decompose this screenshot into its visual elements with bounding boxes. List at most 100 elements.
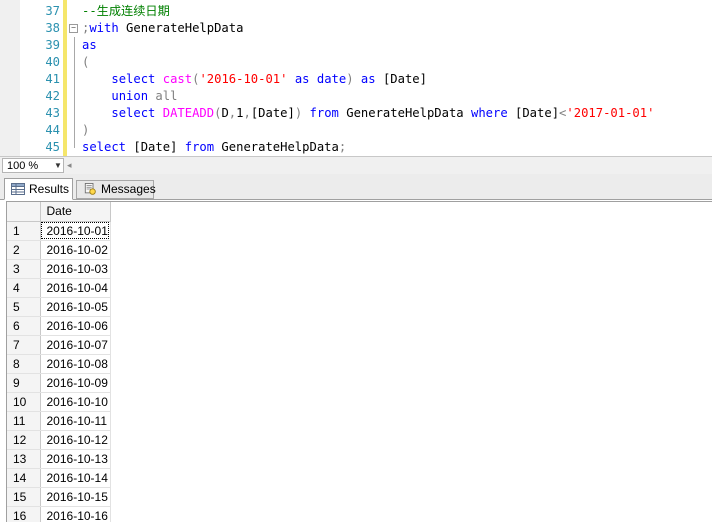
code-line[interactable]: 41 select cast('2016-10-01' as date) as … <box>0 71 712 88</box>
tab-results-label: Results <box>29 182 70 196</box>
results-tab-strip: Results Messages <box>0 174 712 200</box>
date-cell[interactable]: 2016-10-03 <box>40 259 111 279</box>
row-number-cell[interactable]: 10 <box>7 392 41 412</box>
date-cell[interactable]: 2016-10-05 <box>40 297 111 317</box>
code-line[interactable]: 44) <box>0 122 712 139</box>
row-number-cell[interactable]: 14 <box>7 468 41 488</box>
row-number-cell[interactable]: 11 <box>7 411 41 431</box>
code-token: [Date] <box>250 106 295 120</box>
table-row[interactable]: 7 2016-10-07 <box>7 335 111 355</box>
row-number-cell[interactable]: 5 <box>7 297 41 317</box>
code-token: select <box>111 106 156 120</box>
date-cell[interactable]: 2016-10-06 <box>40 316 111 336</box>
date-cell[interactable]: 2016-10-16 <box>40 506 111 522</box>
date-cell[interactable]: 2016-10-04 <box>40 278 111 298</box>
code-token: where <box>470 106 508 120</box>
code-token: with <box>89 21 119 35</box>
tab-messages[interactable]: Messages <box>76 180 156 199</box>
row-number-cell[interactable]: 13 <box>7 449 41 469</box>
table-row[interactable]: 2 2016-10-02 <box>7 240 111 260</box>
grid-corner-cell[interactable] <box>7 202 41 222</box>
table-row[interactable]: 6 2016-10-06 <box>7 316 111 336</box>
date-cell[interactable]: 2016-10-14 <box>40 468 111 488</box>
line-number: 37 <box>45 4 60 18</box>
row-number-cell[interactable]: 3 <box>7 259 41 279</box>
table-row[interactable]: 14 2016-10-14 <box>7 468 111 488</box>
date-cell[interactable]: 2016-10-02 <box>40 240 111 260</box>
row-number-cell[interactable]: 15 <box>7 487 41 507</box>
row-number-cell[interactable]: 12 <box>7 430 41 450</box>
column-header-date[interactable]: Date <box>40 202 111 222</box>
code-line[interactable]: 40 ( <box>0 54 712 71</box>
code-token: as <box>360 72 376 86</box>
table-row[interactable]: 1 2016-10-01 <box>7 221 111 241</box>
row-number-cell[interactable]: 8 <box>7 354 41 374</box>
table-row[interactable]: 8 2016-10-08 <box>7 354 111 374</box>
row-number-cell[interactable]: 2 <box>7 240 41 260</box>
date-cell[interactable]: 2016-10-01 <box>40 221 111 241</box>
row-number-cell[interactable]: 9 <box>7 373 41 393</box>
code-token: ) <box>82 123 90 137</box>
sql-editor[interactable]: 37 --生成连续日期 38− ;with GenerateHelpData 39 as 4… <box>0 0 712 156</box>
code-token: GenerateHelpData <box>118 21 244 35</box>
date-cell[interactable]: 2016-10-08 <box>40 354 111 374</box>
code-line[interactable]: 39 as <box>0 37 712 54</box>
tab-results[interactable]: Results <box>4 178 73 200</box>
results-grid[interactable]: Date 1 2016-10-01 2 2016-10-02 3 2016-10-03 4 2… <box>7 202 111 522</box>
code-line[interactable]: 42 union all <box>0 88 712 105</box>
chevron-down-icon[interactable]: ▼ <box>54 159 62 173</box>
table-row[interactable]: 13 2016-10-13 <box>7 449 111 469</box>
table-row[interactable]: 12 2016-10-12 <box>7 430 111 450</box>
table-row[interactable]: 9 2016-10-09 <box>7 373 111 393</box>
code-token: select <box>111 72 156 86</box>
row-number-cell[interactable]: 7 <box>7 335 41 355</box>
line-number: 45 <box>45 140 60 154</box>
results-grid-frame <box>6 201 712 522</box>
code-token: '2016-10-01' <box>199 72 288 86</box>
code-line[interactable]: 38− ;with GenerateHelpData <box>0 20 712 37</box>
date-cell[interactable]: 2016-10-13 <box>40 449 111 469</box>
line-number: 41 <box>45 72 60 86</box>
code-line[interactable]: 45 select [Date] from GenerateHelpData; <box>0 139 712 156</box>
messages-icon <box>84 183 96 195</box>
row-number-cell[interactable]: 4 <box>7 278 41 298</box>
row-number-cell[interactable]: 1 <box>7 221 41 241</box>
line-number: 38 <box>45 21 60 35</box>
table-row[interactable]: 5 2016-10-05 <box>7 297 111 317</box>
code-line[interactable]: 37 --生成连续日期 <box>0 3 712 20</box>
date-cell[interactable]: 2016-10-07 <box>40 335 111 355</box>
tab-messages-label: Messages <box>101 182 156 196</box>
collapse-toggle-icon[interactable]: − <box>69 24 78 33</box>
date-cell[interactable]: 2016-10-15 <box>40 487 111 507</box>
code-token: all <box>155 89 178 103</box>
zoom-value: 100 % <box>7 160 39 172</box>
code-token: from <box>184 140 215 154</box>
editor-status-strip: 100 % ▼ ◂ <box>0 156 712 174</box>
date-cell[interactable]: 2016-10-12 <box>40 430 111 450</box>
code-token: ( <box>82 55 90 69</box>
table-row[interactable]: 10 2016-10-10 <box>7 392 111 412</box>
date-cell[interactable]: 2016-10-11 <box>40 411 111 431</box>
table-row[interactable]: 3 2016-10-03 <box>7 259 111 279</box>
line-number: 39 <box>45 38 60 52</box>
table-row[interactable]: 15 2016-10-15 <box>7 487 111 507</box>
row-number-cell[interactable]: 6 <box>7 316 41 336</box>
code-text: select DATEADD(D,1,[Date]) from Generate… <box>82 105 654 122</box>
date-cell[interactable]: 2016-10-09 <box>40 373 111 393</box>
row-number-cell[interactable]: 16 <box>7 506 41 522</box>
table-row[interactable]: 16 2016-10-16 <box>7 506 111 522</box>
code-token: D <box>221 106 229 120</box>
scroll-left-arrow-icon[interactable]: ◂ <box>67 158 72 172</box>
code-text: --生成连续日期 <box>82 3 170 20</box>
code-text: union all <box>82 88 177 105</box>
zoom-dropdown[interactable]: 100 % ▼ <box>2 158 64 173</box>
code-token: date <box>316 72 347 86</box>
table-row[interactable]: 11 2016-10-11 <box>7 411 111 431</box>
date-cell[interactable]: 2016-10-10 <box>40 392 111 412</box>
table-row[interactable]: 4 2016-10-04 <box>7 278 111 298</box>
code-token: as <box>82 38 97 52</box>
code-line[interactable]: 43 select DATEADD(D,1,[Date]) from Gener… <box>0 105 712 122</box>
